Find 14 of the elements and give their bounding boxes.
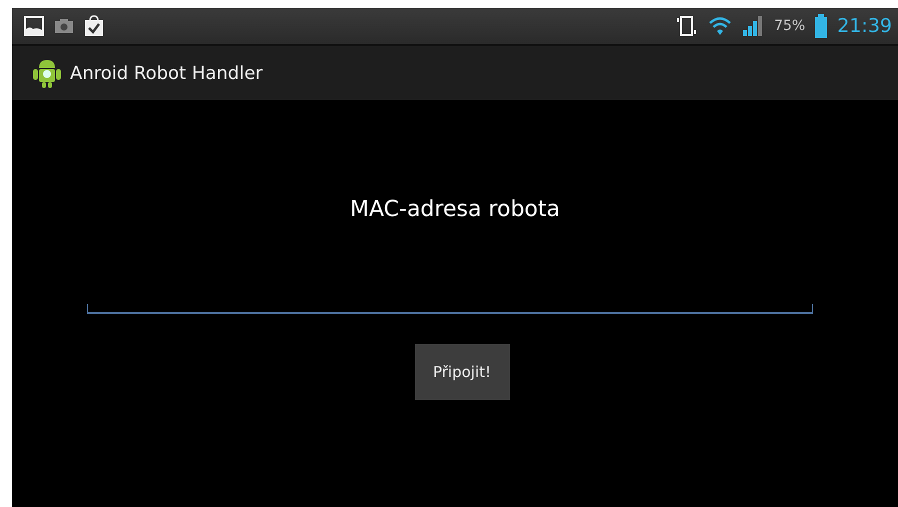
mac-address-label: MAC-adresa robota (350, 197, 560, 222)
battery-icon (815, 14, 828, 38)
mac-address-field[interactable] (87, 304, 813, 314)
phone-vibrate-icon (676, 15, 698, 37)
shopping-bag-icon (84, 15, 104, 37)
signal-icon (742, 15, 764, 37)
app-title: Anroid Robot Handler (70, 62, 263, 84)
camera-icon (54, 18, 74, 34)
android-robot-icon (32, 57, 62, 89)
wifi-icon (708, 16, 732, 36)
battery-percentage: 75% (774, 18, 806, 34)
picture-icon (24, 16, 44, 36)
clock-time: 21:39 (837, 15, 892, 37)
connect-button[interactable]: Připojit! (414, 344, 510, 400)
